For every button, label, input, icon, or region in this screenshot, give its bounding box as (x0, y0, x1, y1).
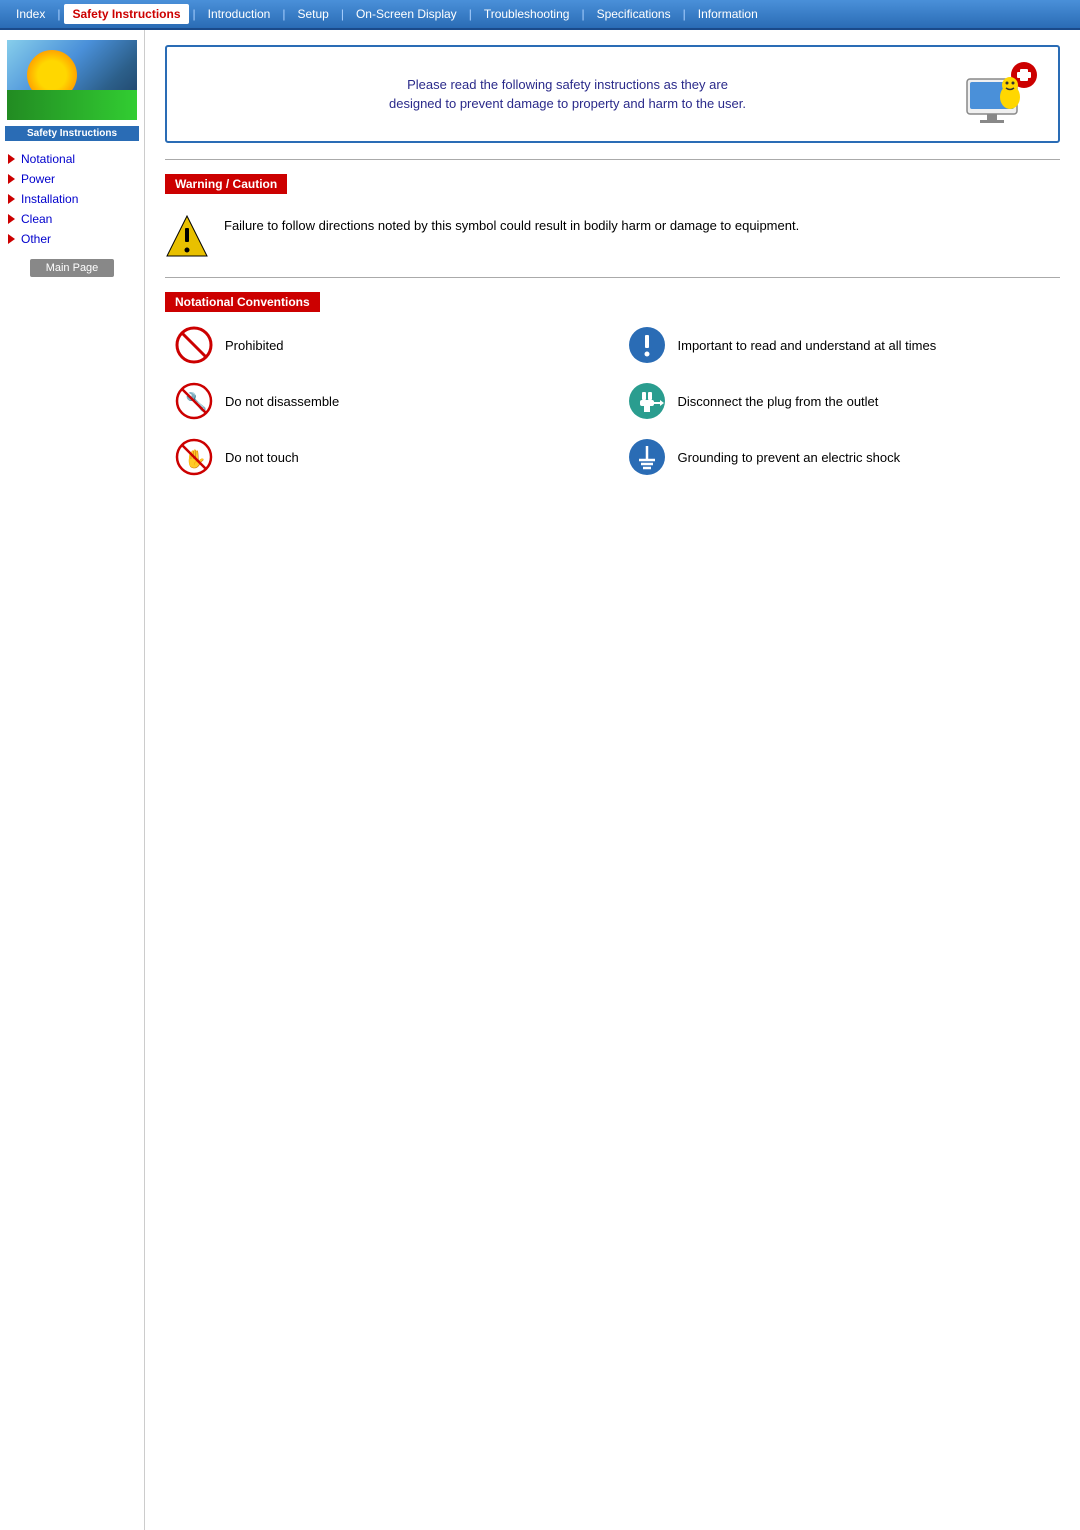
notational-section: Notational Conventions Prohibited (165, 292, 1060, 476)
disconnect-label: Disconnect the plug from the outlet (678, 394, 879, 409)
nav-sep-1: | (57, 7, 60, 21)
divider-1 (165, 159, 1060, 160)
nav-specifications[interactable]: Specifications (589, 4, 679, 24)
sidebar-item-power[interactable]: Power (0, 169, 144, 189)
arrow-icon (8, 214, 15, 224)
no-touch-icon: ✋ (175, 438, 213, 476)
prohibited-label: Prohibited (225, 338, 284, 353)
sidebar-item-label: Clean (21, 212, 52, 226)
warning-triangle-icon (165, 212, 210, 257)
sidebar-item-clean[interactable]: Clean (0, 209, 144, 229)
divider-2 (165, 277, 1060, 278)
intro-line2: designed to prevent damage to property a… (389, 96, 746, 111)
nav-sep-2: | (193, 7, 196, 21)
convention-important: Important to read and understand at all … (628, 326, 1051, 364)
nav-sep-7: | (683, 7, 686, 21)
nav-information[interactable]: Information (690, 4, 766, 24)
navbar: Index | Safety Instructions | Introducti… (0, 0, 1080, 30)
warning-section: Warning / Caution Failure to follow dire… (165, 174, 1060, 263)
arrow-icon (8, 234, 15, 244)
important-label: Important to read and understand at all … (678, 338, 937, 353)
intro-mascot (962, 59, 1042, 129)
sidebar-item-other[interactable]: Other (0, 229, 144, 249)
nav-introduction[interactable]: Introduction (200, 4, 279, 24)
sidebar-item-label: Other (21, 232, 51, 246)
nav-index[interactable]: Index (8, 4, 53, 24)
sidebar-item-label: Notational (21, 152, 75, 166)
sidebar-logo-label: Safety Instructions (5, 126, 139, 141)
important-icon (628, 326, 666, 364)
arrow-icon (8, 194, 15, 204)
sidebar-item-label: Installation (21, 192, 78, 206)
warning-section-label: Warning / Caution (165, 174, 287, 194)
main-container: Safety Instructions Notational Power Ins… (0, 30, 1080, 1530)
nav-sep-6: | (581, 7, 584, 21)
convention-no-disassemble: 🔧 Do not disassemble (175, 382, 598, 420)
sidebar-logo (7, 40, 137, 120)
convention-no-touch: ✋ Do not touch (175, 438, 598, 476)
nav-osd[interactable]: On-Screen Display (348, 4, 465, 24)
grounding-icon (628, 438, 666, 476)
disconnect-icon (628, 382, 666, 420)
warning-text: Failure to follow directions noted by th… (224, 212, 799, 236)
nav-setup[interactable]: Setup (289, 4, 336, 24)
prohibited-icon (175, 326, 213, 364)
nav-safety-instructions[interactable]: Safety Instructions (64, 4, 188, 24)
main-content: Please read the following safety instruc… (145, 30, 1080, 1530)
convention-prohibited: Prohibited (175, 326, 598, 364)
intro-banner: Please read the following safety instruc… (165, 45, 1060, 143)
main-page-button[interactable]: Main Page (30, 259, 115, 277)
nav-sep-5: | (469, 7, 472, 21)
notational-section-label: Notational Conventions (165, 292, 320, 312)
convention-disconnect: Disconnect the plug from the outlet (628, 382, 1051, 420)
convention-grounding: Grounding to prevent an electric shock (628, 438, 1051, 476)
intro-line1: Please read the following safety instruc… (407, 77, 728, 92)
sidebar: Safety Instructions Notational Power Ins… (0, 30, 145, 1530)
nav-sep-3: | (282, 7, 285, 21)
warning-svg (165, 212, 210, 262)
nav-sep-4: | (341, 7, 344, 21)
no-disassemble-label: Do not disassemble (225, 394, 339, 409)
arrow-icon (8, 154, 15, 164)
nav-troubleshooting[interactable]: Troubleshooting (476, 4, 578, 24)
conventions-grid: Prohibited Important to read and underst… (165, 326, 1060, 476)
sidebar-item-notational[interactable]: Notational (0, 149, 144, 169)
no-disassemble-icon: 🔧 (175, 382, 213, 420)
logo-ground (7, 90, 137, 120)
no-touch-label: Do not touch (225, 450, 299, 465)
grounding-label: Grounding to prevent an electric shock (678, 450, 901, 465)
arrow-icon (8, 174, 15, 184)
warning-box: Failure to follow directions noted by th… (165, 206, 1060, 263)
intro-text: Please read the following safety instruc… (183, 75, 952, 114)
sidebar-item-installation[interactable]: Installation (0, 189, 144, 209)
sidebar-item-label: Power (21, 172, 55, 186)
mascot-svg (962, 59, 1042, 129)
